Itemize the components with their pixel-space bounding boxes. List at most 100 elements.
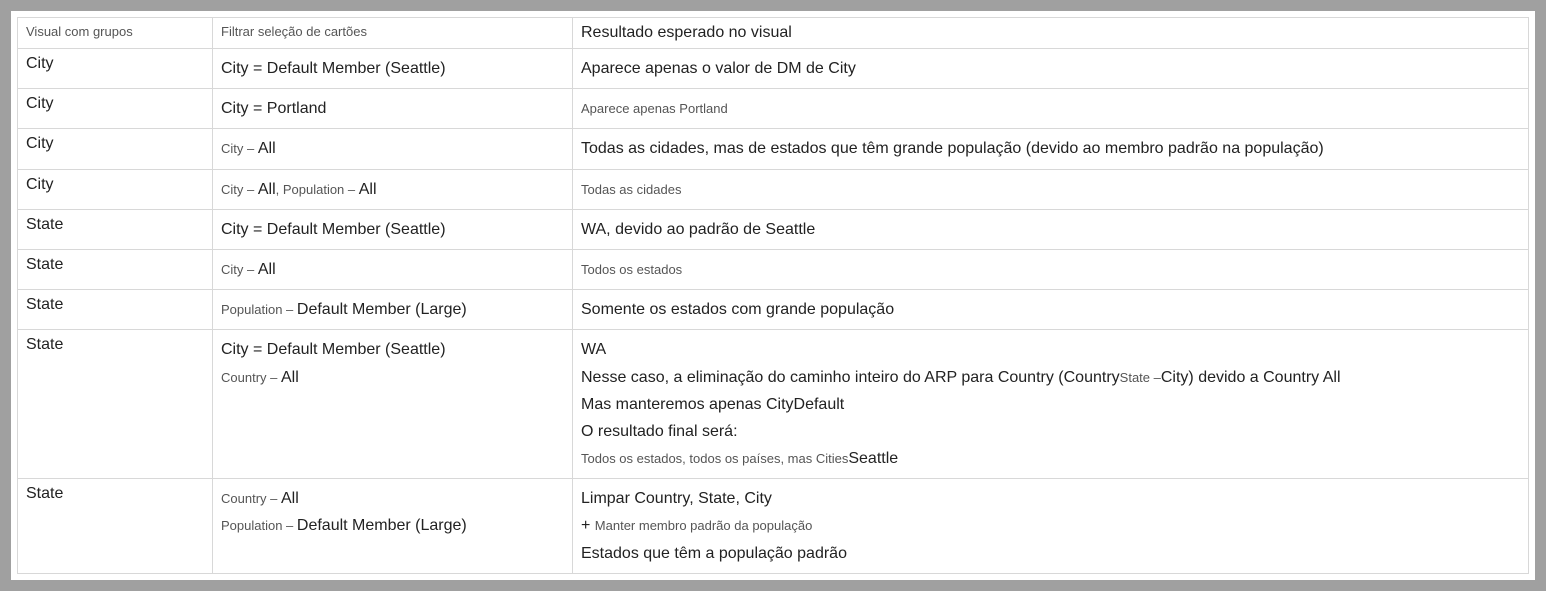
text-segment: All: [359, 181, 377, 198]
cell-visual: City: [18, 169, 213, 209]
cell-result: Todas as cidades, mas de estados que têm…: [573, 129, 1529, 169]
cell-line: City = Default Member (Seattle): [221, 336, 564, 363]
header-result: Resultado esperado no visual: [573, 18, 1529, 49]
cell-line: Somente os estados com grande população: [581, 296, 1520, 323]
cell-result: Aparece apenas o valor de DM de City: [573, 49, 1529, 89]
cell-result: Somente os estados com grande população: [573, 290, 1529, 330]
text-segment: Nesse caso, a eliminação do caminho inte…: [581, 369, 1120, 386]
cell-line: City – All: [221, 256, 564, 283]
cell-line: Mas manteremos apenas CityDefault: [581, 391, 1520, 418]
text-segment: Seattle: [848, 450, 898, 467]
cell-visual: State: [18, 290, 213, 330]
cell-filter: City – All: [213, 249, 573, 289]
text-segment: Aparece apenas Portland: [581, 101, 728, 116]
text-segment: Todas as cidades, mas de estados que têm…: [581, 140, 1324, 157]
visual-text: City: [26, 135, 54, 152]
cell-line: Population – Default Member (Large): [221, 296, 564, 323]
text-segment: State –: [1120, 370, 1161, 385]
cell-filter: City – All, Population – All: [213, 169, 573, 209]
cell-filter: City – All: [213, 129, 573, 169]
table-row: City City – All, Population – All Todas as…: [18, 169, 1529, 209]
text-segment: Somente os estados com grande população: [581, 301, 894, 318]
header-filter: Filtrar seleção de cartões: [213, 18, 573, 49]
cell-line: Nesse caso, a eliminação do caminho inte…: [581, 364, 1520, 391]
text-segment: All: [258, 261, 276, 278]
text-segment: Estados que têm a população padrão: [581, 545, 847, 562]
text-segment: City –: [221, 141, 258, 156]
cell-line: Country – All: [221, 364, 564, 391]
cell-line: WA: [581, 336, 1520, 363]
text-segment: Mas manteremos apenas City: [581, 396, 794, 413]
cell-result: WA Nesse caso, a eliminação do caminho in…: [573, 330, 1529, 479]
cell-line: Todas as cidades: [581, 176, 1520, 203]
cell-result: Aparece apenas Portland: [573, 89, 1529, 129]
text-segment: WA, devido ao padrão de Seattle: [581, 221, 815, 238]
text-segment: Limpar Country, State, City: [581, 490, 772, 507]
cell-visual: State: [18, 249, 213, 289]
visual-text: City: [26, 95, 54, 112]
visual-text: City: [26, 55, 54, 72]
text-segment: City = Default Member (Seattle): [221, 60, 446, 77]
cell-filter: City = Default Member (Seattle): [213, 49, 573, 89]
visual-text: City: [26, 176, 54, 193]
text-segment: Default: [794, 396, 845, 413]
cell-line: Limpar Country, State, City: [581, 485, 1520, 512]
cell-result: Limpar Country, State, City + Manter memb…: [573, 479, 1529, 574]
default-members-table: Visual com grupos Filtrar seleção de car…: [17, 17, 1529, 574]
cell-visual: City: [18, 129, 213, 169]
cell-result: Todos os estados: [573, 249, 1529, 289]
cell-line: City – All, Population – All: [221, 176, 564, 203]
text-segment: City –: [221, 262, 258, 277]
text-segment: City = Portland: [221, 100, 326, 117]
text-segment: Todos os estados, todos os países, mas C…: [581, 451, 848, 466]
cell-line: + Manter membro padrão da população: [581, 512, 1520, 539]
table-row: StateCountry – AllPopulation – Default M…: [18, 479, 1529, 574]
cell-line: Estados que têm a população padrão: [581, 540, 1520, 567]
text-segment: City –: [221, 182, 258, 197]
visual-text: State: [26, 485, 63, 502]
text-segment: , Population –: [276, 182, 359, 197]
text-segment: All: [258, 140, 276, 157]
text-segment: +: [581, 517, 595, 534]
cell-line: Todos os estados: [581, 256, 1520, 283]
cell-line: Aparece apenas Portland: [581, 95, 1520, 122]
text-segment: Population –: [221, 302, 297, 317]
table-row: City City – All Todas as cidades, mas de e…: [18, 129, 1529, 169]
header-result-label: Resultado esperado no visual: [581, 24, 792, 41]
cell-line: City = Portland: [221, 95, 564, 122]
cell-visual: City: [18, 89, 213, 129]
cell-line: Todos os estados, todos os países, mas C…: [581, 445, 1520, 472]
text-segment: City = Default Member (Seattle): [221, 341, 446, 358]
text-segment: Aparece apenas o valor de DM de City: [581, 60, 856, 77]
header-visual-label: Visual com grupos: [26, 24, 133, 39]
cell-line: City = Default Member (Seattle): [221, 55, 564, 82]
text-segment: Population –: [221, 518, 297, 533]
cell-visual: City: [18, 49, 213, 89]
table-row: State City = Default Member (Seattle) Coun…: [18, 330, 1529, 479]
text-segment: All: [281, 490, 299, 507]
text-segment: Todas as cidades: [581, 182, 681, 197]
cell-visual: State: [18, 479, 213, 574]
cell-filter: City = Portland: [213, 89, 573, 129]
text-segment: City = Default Member (Seattle): [221, 221, 446, 238]
cell-filter: City = Default Member (Seattle) Country –…: [213, 330, 573, 479]
text-segment: All: [1323, 369, 1341, 386]
cell-line: O resultado final será:: [581, 418, 1520, 445]
cell-result: WA, devido ao padrão de Seattle: [573, 209, 1529, 249]
table-row: City City = Default Member (Seattle) Apare…: [18, 49, 1529, 89]
cell-result: Todas as cidades: [573, 169, 1529, 209]
text-segment: Country –: [221, 491, 281, 506]
cell-filter: Country – AllPopulation – Default Member…: [213, 479, 573, 574]
text-segment: City) devido a Country: [1161, 369, 1323, 386]
cell-line: Aparece apenas o valor de DM de City: [581, 55, 1520, 82]
cell-line: Todas as cidades, mas de estados que têm…: [581, 135, 1520, 162]
visual-text: State: [26, 256, 63, 273]
header-visual: Visual com grupos: [18, 18, 213, 49]
text-segment: O resultado final será:: [581, 423, 738, 440]
document-page: Visual com grupos Filtrar seleção de car…: [10, 10, 1536, 581]
cell-filter: City = Default Member (Seattle): [213, 209, 573, 249]
text-segment: Country –: [221, 370, 281, 385]
table-header-row: Visual com grupos Filtrar seleção de car…: [18, 18, 1529, 49]
cell-line: City – All: [221, 135, 564, 162]
visual-text: State: [26, 336, 63, 353]
